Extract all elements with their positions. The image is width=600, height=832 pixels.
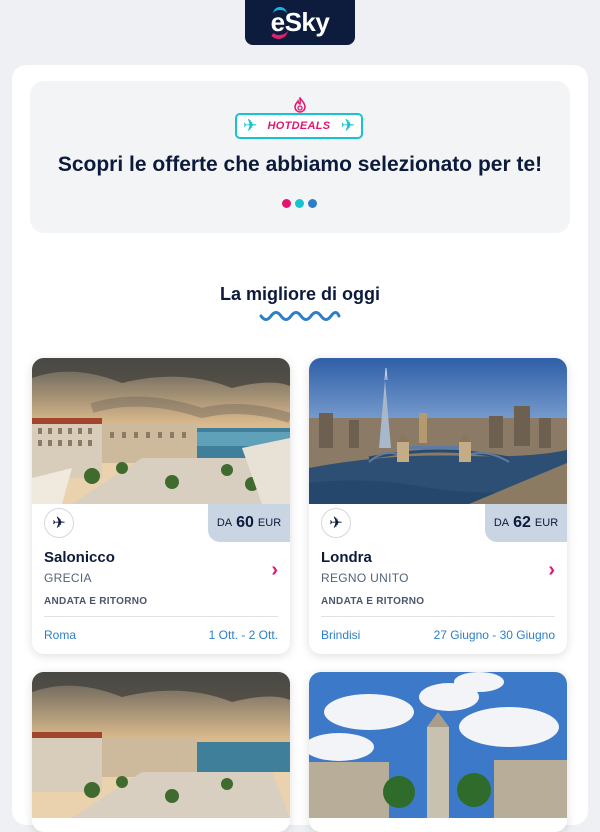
price-prefix: DA [493,517,510,529]
price-prefix: DA [216,517,233,529]
divider [321,616,555,617]
destination-country: GRECIA [44,571,92,585]
chevron-right-icon[interactable]: › [548,560,555,580]
airplane-icon: ✈ [44,508,74,538]
deal-card-4[interactable] [309,672,567,832]
airplane-icon: ✈ [321,508,351,538]
section-title: La migliore di oggi [219,284,380,304]
origin-city: Roma [44,628,77,642]
price-value: 60 [236,514,254,531]
hotdeals-badge: ✈ HOTDEALS ✈ [235,113,363,139]
destination-image [32,672,290,818]
destination-image-londra [309,358,567,504]
destination-city: Londra [321,549,372,566]
price-value: 62 [513,514,531,531]
destination-city: Salonicco [44,549,115,566]
flame-icon [294,97,306,113]
airplane-icon: ✈ [243,116,258,135]
hotdeals-label: HOTDEALS [267,120,331,132]
travel-dates: 27 Giugno - 30 Giugno [433,628,555,642]
airplane-icon: ✈ [340,116,355,135]
destination-image-salonicco [32,358,290,504]
deal-card-londra[interactable]: ✈ DA 62 EUR Londra REGNO UNITO › ANDATA … [309,358,567,654]
deal-body: ✈ DA 60 EUR Salonicco GRECIA › ANDATA E … [32,504,290,654]
logo[interactable]: e Sky [245,0,355,45]
deal-card-salonicco[interactable]: ✈ DA 60 EUR Salonicco GRECIA › ANDATA E … [32,358,290,654]
dot-blue[interactable] [308,199,317,208]
destination-image [309,672,567,818]
hero-banner: ✈ HOTDEALS ✈ Scopri le offerte che abbia… [30,81,570,233]
chevron-right-icon[interactable]: › [271,560,278,580]
divider [44,616,278,617]
wave-divider-icon [259,311,341,321]
trip-type: ANDATA E RITORNO [321,596,425,607]
price-badge: DA 62 EUR [485,504,567,542]
dot-cyan[interactable] [295,199,304,208]
carousel-dots [282,199,317,208]
hero-title: Scopri le offerte che abbiamo selezionat… [57,153,543,176]
travel-dates: 1 Ott. - 2 Ott. [208,628,278,642]
dot-pink[interactable] [282,199,291,208]
price-badge: DA 60 EUR [208,504,290,542]
deal-card-3[interactable] [32,672,290,832]
trip-type: ANDATA E RITORNO [44,596,148,607]
price-currency: EUR [257,517,282,529]
destination-country: REGNO UNITO [321,571,409,585]
deal-body: ✈ DA 62 EUR Londra REGNO UNITO › ANDATA … [309,504,567,654]
logo-text: e Sky [268,7,330,39]
price-currency: EUR [534,517,559,529]
origin-city: Brindisi [321,628,361,642]
